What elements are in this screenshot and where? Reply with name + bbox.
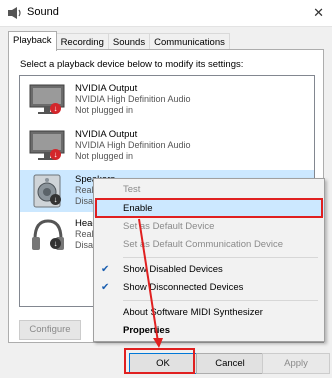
- annotation-arrow: [138, 218, 163, 348]
- tab-playback[interactable]: Playback: [8, 31, 57, 51]
